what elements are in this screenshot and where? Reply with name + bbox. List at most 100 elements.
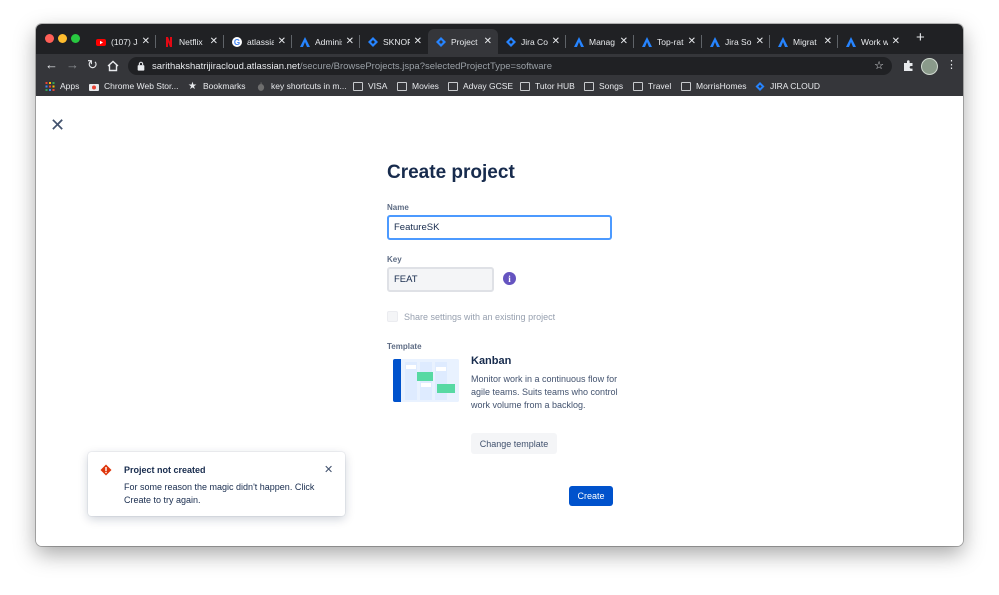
maximize-window-button[interactable] xyxy=(71,34,80,43)
name-input-value: FeatureSK xyxy=(394,222,440,233)
bookmark-label: Bookmarks xyxy=(203,81,246,91)
tab-close-icon[interactable]: ✕ xyxy=(278,36,286,47)
flag-close-icon[interactable]: ✕ xyxy=(324,463,333,476)
bookmark-label: MorrisHomes xyxy=(696,81,747,91)
bookmark-movies[interactable]: Movies xyxy=(397,81,439,91)
error-icon xyxy=(100,464,112,476)
tab-close-icon[interactable]: ✕ xyxy=(484,36,492,47)
key-input-value: FEAT xyxy=(394,274,418,285)
bookmark-label: Travel xyxy=(648,81,672,91)
key-input[interactable]: FEAT xyxy=(387,267,494,292)
bookmark-label: key shortcuts in m... xyxy=(271,81,347,91)
tab-3[interactable]: Adminis ✕ xyxy=(292,29,360,54)
folder-icon xyxy=(353,81,363,91)
apps-grid-icon xyxy=(45,81,55,91)
bookmark-apps[interactable]: Apps xyxy=(45,81,79,91)
tab-4[interactable]: SKNOR ✕ xyxy=(360,29,428,54)
bookmark-visa[interactable]: VISA xyxy=(353,81,387,91)
tab-close-icon[interactable]: ✕ xyxy=(824,36,832,47)
tab-close-icon[interactable]: ✕ xyxy=(688,36,696,47)
tab-close-icon[interactable]: ✕ xyxy=(346,36,354,47)
reload-icon[interactable]: ↻ xyxy=(87,57,98,73)
tab-2[interactable]: G atlassia ✕ xyxy=(224,29,292,54)
jira-icon xyxy=(436,36,446,47)
bookmark-advay-gcse[interactable]: Advay GCSE xyxy=(448,81,513,91)
minimize-window-button[interactable] xyxy=(58,34,67,43)
bookmark-chrome-web-store[interactable]: Chrome Web Stor... xyxy=(89,81,178,91)
name-label: Name xyxy=(387,203,409,212)
bookmark-morrishomes[interactable]: MorrisHomes xyxy=(681,81,747,91)
page-title: Create project xyxy=(387,162,515,183)
google-icon: G xyxy=(232,36,242,47)
url-path: /secure/BrowseProjects.jspa?selectedProj… xyxy=(299,60,552,72)
bookmark-tutor-hub[interactable]: Tutor HUB xyxy=(520,81,575,91)
jira-icon xyxy=(755,81,765,91)
tab-7[interactable]: Manag ✕ xyxy=(566,29,634,54)
bookmark-key-shortcuts[interactable]: key shortcuts in m... xyxy=(256,81,347,91)
tab-close-icon[interactable]: ✕ xyxy=(210,36,218,47)
tab-1[interactable]: Netflix ✕ xyxy=(156,29,224,54)
bookmark-bookmarks[interactable]: ★ Bookmarks xyxy=(188,81,246,91)
bookmark-label: VISA xyxy=(368,81,388,91)
folder-icon xyxy=(681,81,691,91)
flag-message: For some reason the magic didn't happen.… xyxy=(124,482,315,505)
info-icon[interactable]: i xyxy=(503,272,516,285)
key-label: Key xyxy=(387,255,402,264)
bookmarks-bar: Apps Chrome Web Stor... ★ Bookmarks key … xyxy=(36,78,963,97)
tab-close-icon[interactable]: ✕ xyxy=(892,36,900,47)
profile-avatar[interactable] xyxy=(921,58,938,75)
svg-text:G: G xyxy=(234,38,240,47)
create-button[interactable]: Create xyxy=(569,486,613,506)
template-label: Template xyxy=(387,342,422,351)
folder-icon xyxy=(397,81,407,91)
page-content: ✕ Create project Name FeatureSK Key FEAT… xyxy=(36,96,963,546)
tab-title: SKNOR xyxy=(383,36,410,47)
tab-8[interactable]: Top-rat ✕ xyxy=(634,29,702,54)
tab-title: Top-rat xyxy=(657,36,684,47)
tab-close-icon[interactable]: ✕ xyxy=(620,36,628,47)
share-settings-label: Share settings with an existing project xyxy=(404,311,556,322)
bookmark-jira-cloud[interactable]: JIRA CLOUD xyxy=(755,81,820,91)
tab-11[interactable]: Work w ✕ xyxy=(838,29,906,54)
bookmark-label: Advay GCSE xyxy=(463,81,514,91)
bookmark-travel[interactable]: Travel xyxy=(633,81,671,91)
bookmark-label: JIRA CLOUD xyxy=(770,81,821,91)
tab-title: Work w xyxy=(861,36,888,47)
bookmark-star-icon[interactable]: ☆ xyxy=(874,59,884,72)
bookmark-label: Apps xyxy=(60,81,80,91)
forward-arrow-icon[interactable]: → xyxy=(66,57,79,72)
tab-close-icon[interactable]: ✕ xyxy=(552,36,560,47)
template-description: Monitor work in a continuous flow for ag… xyxy=(471,374,618,410)
kanban-template-illustration xyxy=(393,359,459,402)
tab-title: atlassia xyxy=(247,36,274,47)
bookmark-label: Chrome Web Stor... xyxy=(104,81,179,91)
bookmark-songs[interactable]: Songs xyxy=(584,81,623,91)
tab-close-icon[interactable]: ✕ xyxy=(414,36,422,47)
share-settings-row: Share settings with an existing project xyxy=(387,311,555,322)
tab-6[interactable]: Jira Co ✕ xyxy=(498,29,566,54)
tab-title: Project xyxy=(451,36,478,47)
tab-9[interactable]: Jira So ✕ xyxy=(702,29,770,54)
home-icon[interactable] xyxy=(107,60,119,72)
menu-kebab-icon[interactable]: ⋮ xyxy=(946,58,957,71)
change-template-button[interactable]: Change template xyxy=(471,433,557,454)
share-settings-checkbox[interactable] xyxy=(387,311,398,322)
close-icon[interactable]: ✕ xyxy=(50,116,65,134)
tab-close-icon[interactable]: ✕ xyxy=(142,36,150,47)
browser-toolbar: ← → ↻ sarithakshatrijiracloud.atlassian.… xyxy=(36,54,963,78)
folder-icon xyxy=(448,81,458,91)
new-tab-plus-icon[interactable]: + xyxy=(916,29,925,46)
bookmark-label: Tutor HUB xyxy=(535,81,575,91)
tab-title: Manag xyxy=(589,36,615,47)
back-arrow-icon[interactable]: ← xyxy=(45,57,58,72)
tab-5[interactable]: Project ✕ xyxy=(428,29,498,54)
tab-0[interactable]: (107) Ja ✕ xyxy=(88,29,156,54)
chrome-web-store-icon xyxy=(89,83,99,91)
name-input[interactable]: FeatureSK xyxy=(387,215,612,240)
tab-10[interactable]: Migrat ✕ xyxy=(770,29,838,54)
tab-strip: (107) Ja ✕ Netflix ✕ G atlassia ✕ Admini… xyxy=(36,24,963,54)
close-window-button[interactable] xyxy=(45,34,54,43)
extensions-puzzle-icon[interactable] xyxy=(902,59,915,72)
address-bar[interactable]: sarithakshatrijiracloud.atlassian.net/se… xyxy=(128,57,892,75)
tab-close-icon[interactable]: ✕ xyxy=(756,36,764,47)
